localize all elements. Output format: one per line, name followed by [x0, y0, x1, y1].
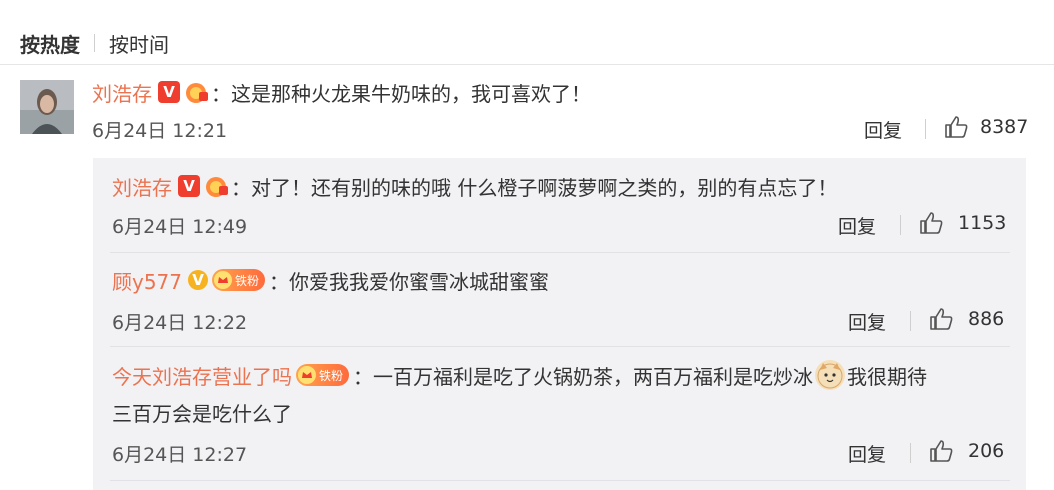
reply-button[interactable]: 回复 — [848, 440, 886, 467]
comment-time: 6月24日 12:21 — [92, 120, 228, 142]
fan-icon — [214, 271, 233, 289]
like-separator — [910, 443, 911, 463]
avatar[interactable] — [20, 80, 74, 134]
reply-text: ：对了！还有别的味的哦 什么橙子啊菠萝啊之类的，别的有点忘了！ — [231, 175, 838, 200]
divider — [0, 64, 1054, 65]
fan-badge-label: 铁粉 — [235, 273, 260, 288]
reply-text: ：一百万福利是吃了火锅奶茶，两百万福利是吃炒冰 — [353, 364, 814, 389]
reply-header: 今天刘浩存营业了吗 铁粉 ：一百万福利是吃了火锅奶茶，两百万福利是吃炒冰 我很期… — [112, 360, 927, 390]
comment-header: 刘浩存 V ：这是那种火龙果牛奶味的，我可喜欢了！ — [92, 78, 591, 106]
fan-icon — [298, 366, 316, 384]
reply-time: 6月24日 12:49 — [112, 216, 248, 238]
reply-username[interactable]: 顾y577 — [112, 266, 182, 295]
reply-text: ：你爱我我爱你蜜雪冰城甜蜜蜜 — [269, 269, 550, 294]
comment-username[interactable]: 刘浩存 — [92, 78, 152, 107]
reply-text: 三百万会是吃什么了 — [112, 401, 292, 426]
sort-by-hot-tab[interactable]: 按热度 — [20, 29, 80, 58]
thumbs-up-icon[interactable] — [928, 438, 954, 464]
sort-by-time-tab[interactable]: 按时间 — [109, 29, 169, 58]
verified-v-icon: V — [178, 175, 200, 197]
reply-button[interactable]: 回复 — [848, 308, 886, 335]
thumbs-up-icon[interactable] — [918, 210, 944, 236]
fan-level-badge: 铁粉 — [212, 269, 266, 291]
like-separator — [925, 119, 926, 139]
reply-button[interactable]: 回复 — [864, 116, 902, 143]
reply-text-line2: 三百万会是吃什么了 — [112, 398, 292, 426]
sort-bar: 按热度 按时间 — [20, 28, 169, 58]
verified-v-icon: V — [158, 81, 180, 103]
like-count: 886 — [968, 308, 1005, 330]
fan-crown-icon — [203, 174, 231, 198]
like-separator — [910, 311, 911, 331]
divider — [110, 480, 1010, 481]
thumbs-up-icon[interactable] — [928, 306, 954, 332]
avatar-image — [20, 80, 74, 134]
fan-level-badge: 铁粉 — [296, 364, 350, 386]
verified-v-icon: V — [188, 270, 209, 290]
reply-time: 6月24日 12:27 — [112, 444, 248, 466]
sort-separator — [94, 34, 95, 52]
reply-header: 顾y577 V 铁粉 ：你爱我我爱你蜜雪冰城甜蜜蜜 — [112, 266, 549, 294]
like-count: 1153 — [958, 212, 1007, 234]
fan-badge-label: 铁粉 — [319, 368, 344, 383]
cat-emoji-icon — [815, 360, 846, 390]
reply-time: 6月24日 12:22 — [112, 312, 248, 334]
fan-crown-icon — [183, 80, 211, 104]
thumbs-up-icon[interactable] — [943, 114, 969, 140]
reply-button[interactable]: 回复 — [838, 212, 876, 239]
reply-username[interactable]: 刘浩存 — [112, 172, 172, 201]
reply-header: 刘浩存 V ：对了！还有别的味的哦 什么橙子啊菠萝啊之类的，别的有点忘了！ — [112, 172, 837, 200]
like-count: 8387 — [980, 116, 1029, 138]
like-separator — [900, 215, 901, 235]
divider — [110, 252, 1010, 253]
reply-username[interactable]: 今天刘浩存营业了吗 — [112, 361, 292, 390]
comment-text: ：这是那种火龙果牛奶味的，我可喜欢了！ — [211, 81, 591, 106]
divider — [110, 346, 1010, 347]
like-count: 206 — [968, 440, 1005, 462]
reply-text-continued: 我很期待 — [847, 364, 928, 389]
